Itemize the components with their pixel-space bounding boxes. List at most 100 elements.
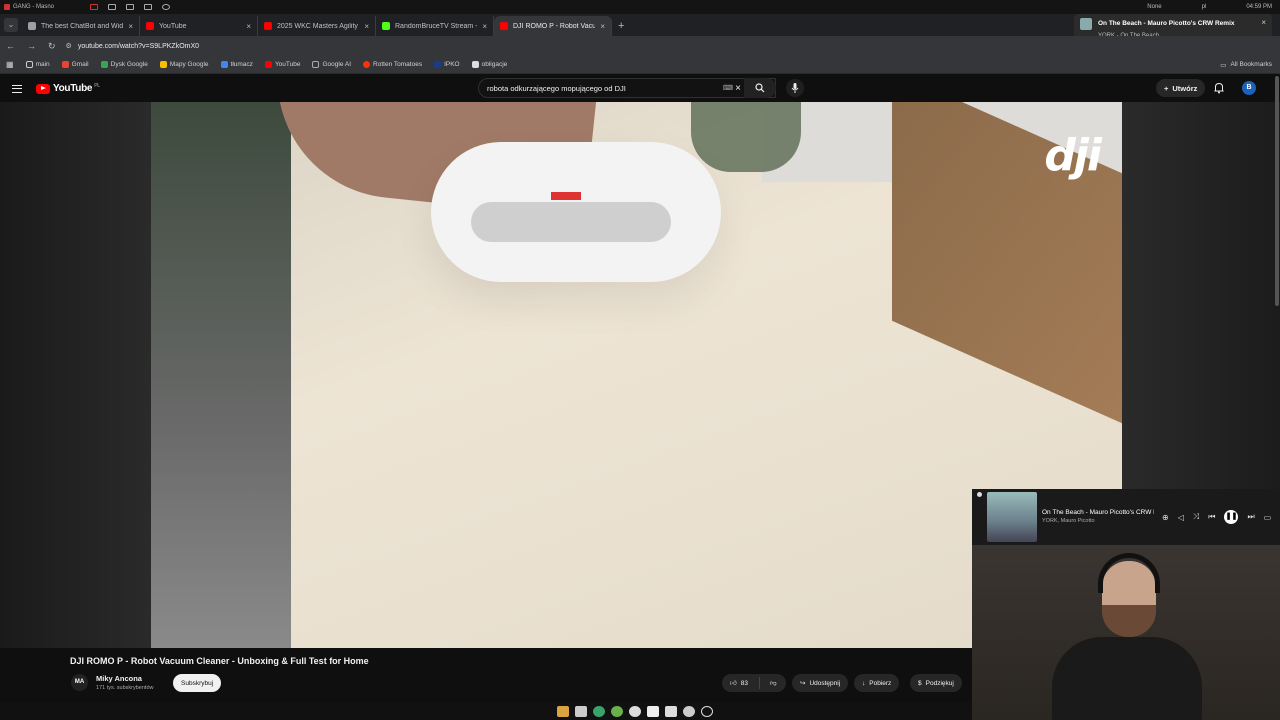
pause-icon[interactable]: ❚❚	[1224, 510, 1239, 524]
tab-search-icon[interactable]: ⌄	[4, 18, 18, 32]
thanks-button[interactable]: $ Podziękuj	[910, 674, 962, 692]
like-button[interactable]: 👍︎ 83	[722, 677, 760, 689]
create-button[interactable]: + Utwórz	[1156, 79, 1206, 97]
bookmark[interactable]: YouTube	[264, 61, 300, 68]
bookmark[interactable]: main	[25, 61, 50, 68]
folder-icon	[25, 61, 33, 68]
window-icon[interactable]	[126, 4, 134, 10]
browser-tab[interactable]: 2025 WKC Masters Agility C ×	[258, 16, 376, 36]
youtube-logo[interactable]: YouTube PL	[36, 83, 100, 94]
download-button[interactable]: ↓ Pobierz	[854, 674, 900, 692]
maps-icon	[159, 61, 167, 68]
bookmark[interactable]: Mapy Google	[159, 61, 209, 68]
bookmark[interactable]: Google AI	[312, 61, 351, 68]
account-avatar[interactable]: B	[1242, 81, 1256, 95]
site-info-icon[interactable]: ⚙	[66, 42, 72, 50]
new-tab-icon[interactable]: +	[618, 20, 624, 32]
thumbs-down-icon: 👎︎	[770, 680, 777, 687]
workspace-label: GANG - Masno	[13, 4, 55, 10]
tab-title: YouTube	[159, 22, 187, 30]
add-icon[interactable]: ⊕	[1162, 513, 1169, 522]
close-icon[interactable]: ×	[482, 22, 487, 31]
files-icon[interactable]	[557, 706, 569, 717]
menu-icon[interactable]	[12, 84, 22, 93]
video-person-shirt	[151, 102, 291, 648]
back-icon[interactable]: ←	[6, 41, 15, 52]
dock	[557, 706, 713, 717]
keyboard-icon[interactable]: ⌨	[723, 84, 733, 92]
close-icon[interactable]: ×	[364, 22, 369, 31]
steam-icon[interactable]	[629, 706, 641, 717]
notifications-bell-icon[interactable]	[1214, 82, 1224, 94]
window-icon[interactable]	[144, 4, 152, 10]
channel-name[interactable]: Miky Ancona	[96, 674, 142, 683]
shield-icon[interactable]	[665, 706, 677, 717]
url-field[interactable]: youtube.com/watch?v=S9LPKZkOmX0	[78, 43, 199, 50]
channel-avatar[interactable]: MA	[71, 674, 88, 691]
bookmark[interactable]: Dysk Google	[100, 61, 148, 68]
browser-tab[interactable]: RandomBruceTV Stream - W ×	[376, 16, 494, 36]
search-input[interactable]: robota odkurzającego mopującego od DJI ⌨…	[478, 78, 776, 98]
search-button[interactable]	[744, 78, 776, 98]
bookmark[interactable]: tłumacz	[220, 61, 253, 68]
album-art[interactable]	[987, 492, 1037, 542]
youtube-icon	[264, 61, 272, 68]
bookmark[interactable]: obligacje	[471, 61, 507, 68]
window-icon[interactable]	[108, 4, 116, 10]
bookmarks-bar: ▦ main Gmail Dysk Google Mapy Google tłu…	[0, 56, 1280, 74]
bookmark[interactable]: IPKO	[434, 61, 460, 68]
tab-favicon-icon	[382, 22, 390, 30]
next-icon[interactable]: ⏭	[1247, 512, 1254, 522]
bookmark-label: Mapy Google	[169, 61, 209, 68]
browser-tab[interactable]: YouTube ×	[140, 16, 258, 36]
apps-icon[interactable]: ▦	[6, 60, 14, 69]
page-scrollbar[interactable]	[1275, 76, 1279, 306]
window-icon[interactable]	[90, 4, 98, 10]
bookmark-label: Gmail	[71, 61, 89, 68]
share-icon: ↪	[800, 680, 806, 687]
discord-icon[interactable]	[647, 706, 659, 717]
tab-title: RandomBruceTV Stream - W	[395, 22, 478, 30]
bookmark[interactable]: Rotten Tomatoes	[363, 61, 422, 68]
tab-title: The best ChatBot and Widget	[41, 22, 124, 30]
close-icon[interactable]: ×	[600, 22, 605, 31]
close-icon[interactable]: ×	[246, 22, 251, 31]
microphone-icon	[791, 83, 799, 93]
obs-icon[interactable]	[683, 706, 695, 717]
tomato-icon	[363, 61, 371, 68]
gmail-icon	[61, 61, 69, 68]
status-dot	[977, 492, 982, 497]
previous-icon[interactable]: ⏮	[1208, 512, 1215, 522]
bookmark-label: main	[35, 61, 50, 68]
bookmark-label: Google AI	[322, 61, 352, 68]
all-bookmarks[interactable]: ▭ All Bookmarks	[1220, 61, 1272, 69]
shuffle-icon[interactable]: ⤨	[1193, 512, 1199, 522]
tray-language[interactable]: pl	[1202, 4, 1207, 10]
close-icon[interactable]: ×	[1261, 18, 1266, 27]
workspace-indicator[interactable]: GANG - Masno	[4, 4, 54, 10]
video-robot-vacuum	[431, 142, 721, 282]
pin-icon[interactable]	[162, 4, 170, 10]
plus-icon: +	[1164, 83, 1169, 93]
subscribe-button[interactable]: Subskrybuj	[173, 674, 222, 692]
bonds-icon	[471, 61, 479, 68]
dislike-button[interactable]: 👎︎	[764, 679, 777, 687]
terminal-icon[interactable]	[575, 706, 587, 717]
forward-icon[interactable]: →	[27, 41, 36, 52]
close-icon[interactable]: ×	[128, 22, 133, 31]
logo-text: YouTube	[53, 83, 93, 94]
screenshot-icon[interactable]	[701, 706, 713, 717]
volume-icon[interactable]: ◁	[1178, 513, 1184, 522]
bookmark[interactable]: Gmail	[61, 61, 89, 68]
chrome-icon[interactable]	[611, 706, 623, 717]
browser-icon[interactable]	[593, 706, 605, 717]
device-icon[interactable]: ▭	[1264, 513, 1272, 522]
browser-tab[interactable]: The best ChatBot and Widget ×	[22, 16, 140, 36]
voice-search-button[interactable]	[786, 79, 804, 97]
browser-tab-active[interactable]: DJI ROMO P - Robot Vacuum ×	[494, 16, 612, 36]
share-button[interactable]: ↪ Udostępnij	[792, 674, 849, 692]
clock[interactable]: 04:59 PM	[1246, 4, 1272, 10]
clear-search-icon[interactable]: ×	[735, 83, 741, 94]
tray-user[interactable]: None	[1147, 4, 1161, 10]
reload-icon[interactable]: ↻	[48, 41, 56, 52]
